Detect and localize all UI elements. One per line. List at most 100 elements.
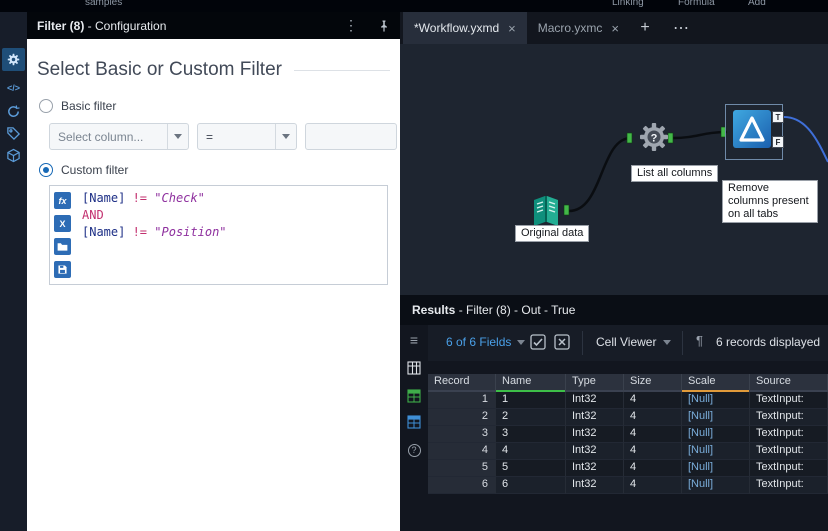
table-cell[interactable]: 4	[624, 426, 682, 443]
data-view-icon[interactable]	[407, 389, 421, 403]
radio-selected-icon[interactable]	[39, 163, 53, 177]
radio-icon[interactable]	[39, 99, 53, 113]
table-cell[interactable]: 2	[428, 409, 496, 426]
table-cell[interactable]: 1	[428, 392, 496, 409]
fields-dropdown[interactable]: 6 of 6 Fields	[446, 335, 526, 349]
settings-icon[interactable]	[2, 48, 25, 71]
table-cell[interactable]: 3	[428, 426, 496, 443]
kebab-menu-icon[interactable]: ⋮	[344, 17, 358, 34]
basic-filter-radio[interactable]: Basic filter	[39, 99, 116, 113]
tab-workflow[interactable]: *Workflow.yxmd ×	[403, 12, 527, 44]
table-cell[interactable]: TextInput:	[750, 426, 828, 443]
refresh-icon[interactable]	[2, 100, 25, 123]
table-cell[interactable]: 4	[624, 477, 682, 494]
column-header-name[interactable]: Name	[496, 374, 566, 392]
operator-dropdown[interactable]: =	[197, 123, 297, 150]
close-icon[interactable]: ×	[611, 21, 619, 36]
chevron-down-icon[interactable]	[276, 134, 296, 139]
toolbar-separator	[582, 331, 583, 355]
functions-icon[interactable]: fx	[54, 192, 71, 209]
table-cell[interactable]: 1	[496, 392, 566, 409]
table-cell[interactable]: 3	[496, 426, 566, 443]
node-macro[interactable]	[733, 110, 771, 148]
node-original-data[interactable]	[527, 193, 565, 229]
column-header-scale[interactable]: Scale	[682, 374, 750, 392]
fields-summary: 6 of 6 Fields	[446, 335, 512, 349]
node-list-columns[interactable]: ?	[637, 120, 671, 154]
table-row[interactable]: 1 1 Int32 4 [Null] TextInput:	[428, 392, 828, 409]
table-cell[interactable]: [Null]	[682, 477, 750, 494]
expression-editor[interactable]: fx X [Name] != "Check" AND [Name] != "Posi…	[49, 185, 388, 285]
table-cell[interactable]: 6	[428, 477, 496, 494]
table-cell[interactable]: TextInput:	[750, 460, 828, 477]
configuration-header: Filter (8) - Configuration ⋮	[27, 12, 400, 39]
table-cell[interactable]: [Null]	[682, 426, 750, 443]
node-label[interactable]: Remove columns present on all tabs	[722, 180, 818, 223]
more-tabs-button[interactable]: ⋯	[666, 12, 696, 44]
table-cell[interactable]: TextInput:	[750, 392, 828, 409]
custom-filter-radio[interactable]: Custom filter	[39, 163, 128, 177]
node-label[interactable]: Original data	[515, 225, 590, 242]
chevron-down-icon[interactable]	[168, 134, 188, 139]
column-dropdown[interactable]: Select column...	[49, 123, 189, 150]
new-tab-button[interactable]: +	[630, 12, 660, 44]
saved-expressions-icon[interactable]	[54, 238, 71, 255]
column-dropdown-value: Select column...	[58, 129, 144, 144]
table-cell[interactable]: Int32	[566, 409, 624, 426]
table-cell[interactable]: [Null]	[682, 409, 750, 426]
table-cell[interactable]: [Null]	[682, 460, 750, 477]
table-cell[interactable]: 4	[496, 443, 566, 460]
column-header-type[interactable]: Type	[566, 374, 624, 392]
table-row[interactable]: 4 4 Int32 4 [Null] TextInput:	[428, 443, 828, 460]
document-tabbar: *Workflow.yxmd × Macro.yxmc × + ⋯	[400, 12, 828, 44]
pin-icon[interactable]	[378, 20, 390, 32]
package-icon[interactable]	[2, 144, 25, 167]
filter-value-input[interactable]	[305, 123, 397, 150]
whitespace-toggle-icon[interactable]: ¶	[696, 333, 703, 348]
table-cell[interactable]: Int32	[566, 426, 624, 443]
tag-icon[interactable]	[2, 122, 25, 145]
columns-icon[interactable]: X	[54, 215, 71, 232]
table-row[interactable]: 3 3 Int32 4 [Null] TextInput:	[428, 426, 828, 443]
table-cell[interactable]: 4	[624, 392, 682, 409]
table-cell[interactable]: 4	[624, 460, 682, 477]
table-cell[interactable]: Int32	[566, 392, 624, 409]
column-header-source[interactable]: Source	[750, 374, 828, 392]
table-cell[interactable]: 4	[428, 443, 496, 460]
table-cell[interactable]: 2	[496, 409, 566, 426]
save-expression-icon[interactable]	[54, 261, 71, 278]
table-cell[interactable]: TextInput:	[750, 477, 828, 494]
table-cell[interactable]: 4	[624, 443, 682, 460]
tab-macro[interactable]: Macro.yxmc ×	[527, 12, 630, 44]
metadata-view-icon[interactable]	[407, 415, 421, 429]
table-cell[interactable]: TextInput:	[750, 443, 828, 460]
deselect-all-fields-icon[interactable]	[554, 334, 571, 351]
output-anchor-false[interactable]: F	[772, 136, 784, 148]
column-header-size[interactable]: Size	[624, 374, 682, 392]
table-cell[interactable]: 5	[428, 460, 496, 477]
table-cell[interactable]: [Null]	[682, 392, 750, 409]
expression-code[interactable]: [Name] != "Check" AND [Name] != "Position"	[75, 186, 387, 284]
table-row[interactable]: 2 2 Int32 4 [Null] TextInput:	[428, 409, 828, 426]
help-icon[interactable]: ?	[407, 443, 421, 457]
table-view-icon[interactable]	[407, 361, 421, 375]
table-cell[interactable]: 4	[624, 409, 682, 426]
select-all-fields-icon[interactable]	[530, 334, 547, 351]
table-row[interactable]: 6 6 Int32 4 [Null] TextInput:	[428, 477, 828, 494]
close-icon[interactable]: ×	[508, 21, 516, 36]
table-row[interactable]: 5 5 Int32 4 [Null] TextInput:	[428, 460, 828, 477]
menu-icon[interactable]: ≡	[407, 332, 421, 348]
workflow-canvas[interactable]: Original data ? List all columns T F Rem…	[400, 44, 828, 295]
table-cell[interactable]: 6	[496, 477, 566, 494]
table-cell[interactable]: Int32	[566, 443, 624, 460]
column-header-record[interactable]: Record	[428, 374, 496, 392]
table-cell[interactable]: TextInput:	[750, 409, 828, 426]
cell-viewer-dropdown[interactable]: Cell Viewer	[596, 335, 672, 349]
output-anchor-true[interactable]: T	[772, 111, 784, 123]
node-label[interactable]: List all columns	[631, 165, 719, 182]
table-cell[interactable]: 5	[496, 460, 566, 477]
table-cell[interactable]: Int32	[566, 460, 624, 477]
table-cell[interactable]: Int32	[566, 477, 624, 494]
table-cell[interactable]: [Null]	[682, 443, 750, 460]
code-icon[interactable]: </>	[2, 76, 25, 99]
